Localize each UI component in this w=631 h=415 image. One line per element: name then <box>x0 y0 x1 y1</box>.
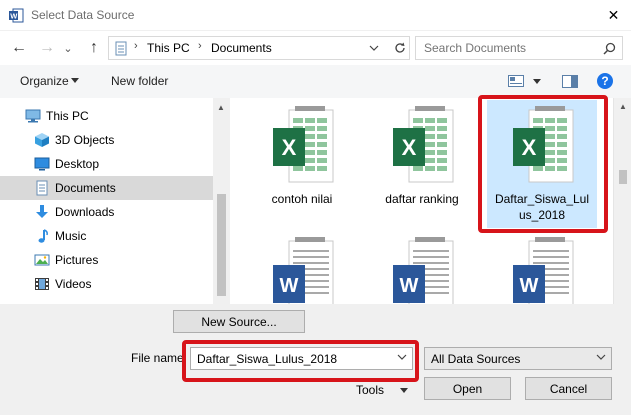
file-item-word-1[interactable]: W <box>247 235 357 304</box>
scroll-up-icon[interactable]: ▲ <box>619 102 627 111</box>
sidebar-item-label: Desktop <box>55 157 100 171</box>
open-button[interactable]: Open <box>424 377 511 400</box>
desktop-icon <box>34 157 50 171</box>
sidebar-item-label: Downloads <box>55 205 115 219</box>
address-dropdown-icon[interactable] <box>369 44 379 52</box>
excel-file-icon: X <box>273 106 334 183</box>
tools-button[interactable]: Tools <box>356 383 384 397</box>
breadcrumb-separator: › <box>134 40 138 52</box>
file-list-scroll-thumb[interactable] <box>619 170 627 184</box>
dialog-footer: New Source... File name: Daftar_Siswa_Lu… <box>0 304 631 415</box>
svg-text:W: W <box>280 275 299 297</box>
back-arrow-icon: ← <box>11 39 27 56</box>
file-name-label: File name: <box>131 351 188 365</box>
search-input[interactable] <box>424 41 599 55</box>
organize-button[interactable]: Organize <box>20 74 69 88</box>
sidebar-item-this-pc[interactable]: This PC <box>0 104 213 128</box>
sidebar-item-documents[interactable]: Documents <box>0 176 213 200</box>
word-file-icon: W <box>273 237 334 304</box>
file-type-filter[interactable]: All Data Sources <box>424 347 612 370</box>
view-dropdown-icon[interactable] <box>533 79 541 84</box>
forward-button[interactable]: → <box>38 39 56 57</box>
sidebar-item-label: Documents <box>55 181 116 195</box>
help-icon[interactable]: ? <box>597 73 613 89</box>
pictures-icon <box>34 254 50 266</box>
address-bar[interactable]: › This PC › Documents <box>108 36 410 60</box>
view-options-icon[interactable] <box>508 75 524 87</box>
close-icon: ✕ <box>607 7 620 23</box>
file-item-word-3[interactable]: W <box>487 235 597 304</box>
up-arrow-icon: ↑ <box>90 39 98 56</box>
sidebar-item-label: Videos <box>55 277 92 291</box>
navigation-pane: This PC 3D Objects Desktop Documents Dow… <box>0 98 230 304</box>
preview-pane-icon[interactable] <box>562 75 578 88</box>
documents-icon <box>36 180 48 196</box>
search-box[interactable] <box>415 36 623 60</box>
sidebar-item-label: Pictures <box>55 253 99 267</box>
pc-icon <box>25 109 41 123</box>
breadcrumb-documents[interactable]: Documents <box>211 41 272 55</box>
sidebar-item-downloads[interactable]: Downloads <box>0 200 213 224</box>
organize-dropdown-icon <box>71 78 79 83</box>
sidebar-item-3d-objects[interactable]: 3D Objects <box>0 128 213 152</box>
word-file-icon: W <box>513 237 574 304</box>
navigation-bar: ← → ⌄ ↑ › This PC › Documents <box>0 31 631 65</box>
svg-text:X: X <box>282 135 297 160</box>
excel-file-icon: X <box>393 106 454 183</box>
svg-text:W: W <box>520 275 539 297</box>
chevron-down-icon[interactable] <box>596 354 606 361</box>
file-name: daftar ranking <box>385 192 459 206</box>
documents-folder-icon <box>115 41 127 56</box>
tools-dropdown-icon[interactable] <box>400 388 408 393</box>
breadcrumb-this-pc[interactable]: This PC <box>147 41 190 55</box>
window-title: Select Data Source <box>31 8 135 22</box>
file-item-contoh-nilai[interactable]: X contoh nilai <box>247 100 357 220</box>
sidebar-item-pictures[interactable]: Pictures <box>0 248 213 272</box>
svg-text:W: W <box>400 275 419 297</box>
refresh-button[interactable] <box>389 37 410 59</box>
search-icon[interactable] <box>603 42 616 55</box>
breadcrumb-separator: › <box>198 40 202 52</box>
file-name: contoh nilai <box>271 192 333 206</box>
sidebar-scrollbar[interactable]: ▲ <box>213 98 230 304</box>
highlight-box-file-name <box>182 340 419 382</box>
refresh-icon <box>395 42 405 53</box>
back-button[interactable]: ← <box>10 39 28 57</box>
new-folder-button[interactable]: New folder <box>111 74 168 88</box>
new-source-button[interactable]: New Source... <box>173 310 305 333</box>
sidebar-item-desktop[interactable]: Desktop <box>0 152 213 176</box>
word-app-icon: W <box>9 8 24 23</box>
downloads-icon <box>36 205 48 218</box>
videos-icon <box>35 278 49 290</box>
sidebar-scroll-thumb[interactable] <box>217 194 226 296</box>
chevron-down-icon: ⌄ <box>63 42 73 55</box>
cancel-button[interactable]: Cancel <box>525 377 612 400</box>
sidebar-item-music[interactable]: Music <box>0 224 213 248</box>
forward-arrow-icon: → <box>39 39 55 56</box>
svg-text:W: W <box>10 12 18 21</box>
highlight-box-selected-file <box>478 95 608 233</box>
command-toolbar: Organize New folder ? <box>0 65 631 98</box>
scroll-up-icon[interactable]: ▲ <box>217 103 225 112</box>
svg-text:X: X <box>402 135 417 160</box>
3d-objects-icon <box>35 133 49 147</box>
file-item-daftar-ranking[interactable]: X daftar ranking <box>367 100 477 220</box>
recent-locations-button[interactable]: ⌄ <box>62 39 74 57</box>
title-bar: W Select Data Source ✕ <box>0 0 631 31</box>
sidebar-item-videos[interactable]: Videos <box>0 272 213 296</box>
sidebar-item-label: Music <box>55 229 87 243</box>
sidebar-item-label: 3D Objects <box>55 133 115 147</box>
file-item-word-2[interactable]: W <box>367 235 477 304</box>
file-list-scrollbar[interactable]: ▲ <box>613 98 631 304</box>
close-button[interactable]: ✕ <box>596 0 631 31</box>
file-type-filter-value: All Data Sources <box>431 352 521 366</box>
word-file-icon: W <box>393 237 454 304</box>
sidebar-item-label: This PC <box>46 109 89 123</box>
up-button[interactable]: ↑ <box>85 39 103 57</box>
music-icon <box>38 229 48 243</box>
